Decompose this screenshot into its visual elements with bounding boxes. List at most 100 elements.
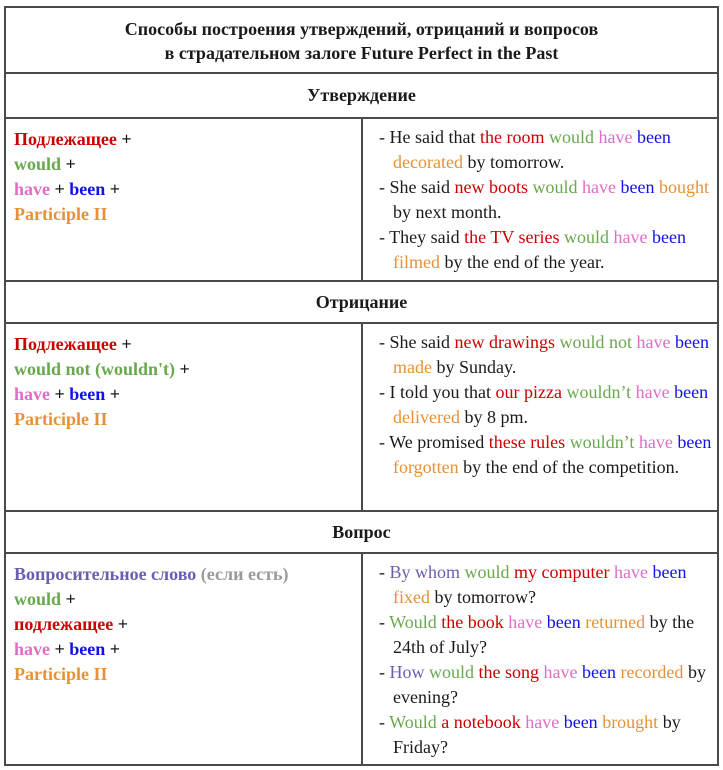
text-segment-green: would <box>14 154 62 174</box>
text-segment-green: would <box>14 589 62 609</box>
text-segment-pink: have <box>503 612 543 632</box>
formula-line: would not (wouldn't) + <box>14 357 361 382</box>
example-sentence: - Would the book have been returned by t… <box>379 610 717 660</box>
text-segment-orange: recorded <box>615 662 684 682</box>
text-segment-black: + <box>50 384 70 404</box>
text-segment-black: by the end of the year. <box>440 252 605 272</box>
section-heading-affirmative: Утверждение <box>6 74 717 119</box>
section-heading-text: Утверждение <box>307 85 416 105</box>
text-segment-green: would not (wouldn't) <box>14 359 176 379</box>
text-segment-black: - <box>379 712 390 732</box>
section-row-affirmative: Подлежащее + would + have + been + Particip… <box>6 119 717 282</box>
text-segment-black: - She said <box>379 332 455 352</box>
example-sentence: - She said new boots would have been bou… <box>379 175 717 225</box>
formula-line: would + <box>14 587 361 612</box>
text-segment-orange: Participle II <box>14 664 108 684</box>
text-segment-blue: been <box>669 382 709 402</box>
text-segment-orange: bought <box>654 177 709 197</box>
text-segment-orange: delivered <box>393 407 460 427</box>
text-segment-red: my computer <box>509 562 610 582</box>
formula-line: Подлежащее + <box>14 127 361 152</box>
text-segment-black: by the end of the competition. <box>458 457 680 477</box>
text-segment-purple: By whom <box>389 562 461 582</box>
text-segment-grey: (если есть) <box>196 564 289 584</box>
text-segment-purple: How <box>389 662 425 682</box>
example-sentence: - Would a notebook have been brought by … <box>379 710 717 760</box>
formula-line: Вопросительное слово (если есть) <box>14 562 361 587</box>
examples-cell: - He said that the room would have been … <box>365 119 717 280</box>
text-segment-pink: have <box>539 662 578 682</box>
formula-cell: Подлежащее + would + have + been + Particip… <box>6 119 363 280</box>
text-segment-red: a notebook <box>436 712 521 732</box>
text-segment-black: + <box>175 359 190 379</box>
text-segment-black: + <box>61 154 76 174</box>
example-sentence: - She said new drawings would not have b… <box>379 330 717 380</box>
text-segment-blue: been <box>647 227 686 247</box>
text-segment-purple: Вопросительное слово <box>14 564 197 584</box>
example-sentence: - They said the TV series would have bee… <box>379 225 717 275</box>
section-heading-negative: Отрицание <box>6 282 717 324</box>
text-segment-black: by next month. <box>393 202 502 222</box>
formula-line: have + been + <box>14 637 361 662</box>
text-segment-black: + <box>50 179 70 199</box>
text-segment-black: by Sunday. <box>431 357 517 377</box>
formula-line: have + been + <box>14 177 361 202</box>
text-segment-black: + <box>105 384 121 404</box>
text-segment-red: подлежащее <box>14 614 114 634</box>
text-segment-black: + <box>105 639 121 659</box>
text-segment-red: these rules <box>488 432 566 452</box>
text-segment-pink: have <box>634 432 673 452</box>
text-segment-pink: have <box>520 712 560 732</box>
text-segment-blue: been <box>542 612 581 632</box>
text-segment-green: would <box>460 562 510 582</box>
example-sentence: - How would the song have been recorded … <box>379 660 717 710</box>
text-segment-orange: fixed <box>393 587 430 607</box>
text-segment-green: wouldn’t <box>561 382 632 402</box>
text-segment-black: - He said that <box>379 127 480 147</box>
example-sentence: - By whom would my computer have been fi… <box>379 560 717 610</box>
formula-cell: Вопросительное слово (если есть) would + п… <box>6 554 363 764</box>
text-segment-orange: filmed <box>393 252 440 272</box>
text-segment-blue: been <box>670 332 709 352</box>
text-segment-black: + <box>116 334 132 354</box>
text-segment-orange: returned <box>580 612 646 632</box>
text-segment-blue: been <box>672 432 712 452</box>
text-segment-green: Would <box>389 712 437 732</box>
text-segment-black: + <box>105 179 121 199</box>
text-segment-blue: been <box>615 177 655 197</box>
text-segment-green: Would <box>389 612 437 632</box>
formula-line: подлежащее + <box>14 612 361 637</box>
text-segment-red: the book <box>436 612 504 632</box>
text-segment-pink: have <box>593 127 633 147</box>
text-segment-orange: forgotten <box>393 457 459 477</box>
text-segment-orange: Participle II <box>14 204 108 224</box>
text-segment-pink: have <box>608 227 648 247</box>
text-segment-black: - <box>379 662 390 682</box>
text-segment-blue: been <box>69 179 106 199</box>
text-segment-blue: been <box>559 712 598 732</box>
text-segment-black: - We promised <box>379 432 489 452</box>
text-segment-black: - She said <box>379 177 455 197</box>
text-segment-black: by tomorrow. <box>462 152 565 172</box>
text-segment-blue: been <box>69 639 106 659</box>
text-segment-red: new drawings <box>454 332 555 352</box>
text-segment-green: would <box>528 177 578 197</box>
section-heading-text: Отрицание <box>315 291 408 312</box>
formula-line: Подлежащее + <box>14 332 361 357</box>
text-segment-blue: been <box>577 662 616 682</box>
text-segment-black: by 8 pm. <box>459 407 528 427</box>
text-segment-green: would <box>424 662 474 682</box>
text-segment-black: + <box>61 589 76 609</box>
formula-line: would + <box>14 152 361 177</box>
text-segment-pink: have <box>14 384 50 404</box>
formula-line: Participle II <box>14 407 361 432</box>
grammar-table: Способы построения утверждений, отрицани… <box>4 6 719 766</box>
title-line-2: в страдательном залоге Future Perfect in… <box>164 43 559 63</box>
examples-cell: - She said new drawings would not have b… <box>365 324 717 510</box>
example-sentence: - We promised these rules wouldn’t have … <box>379 430 717 480</box>
text-segment-red: the TV series <box>464 227 560 247</box>
title-line-1: Способы построения утверждений, отрицани… <box>124 19 599 39</box>
text-segment-blue: been <box>647 562 687 582</box>
text-segment-pink: have <box>631 382 670 402</box>
text-segment-green: would <box>544 127 594 147</box>
